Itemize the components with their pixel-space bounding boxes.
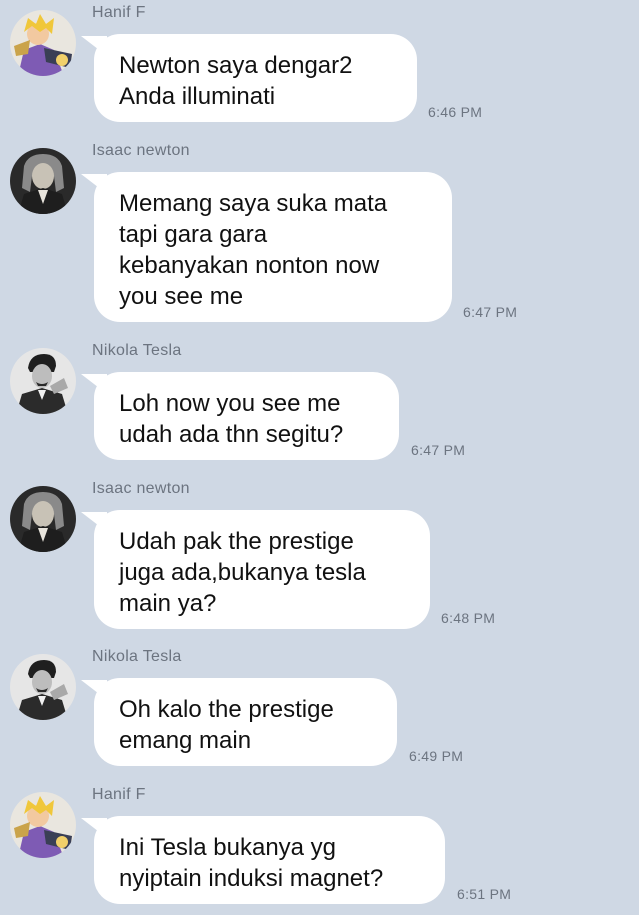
- message-timestamp: 6:47 PM: [463, 304, 518, 320]
- nikola-tesla-portrait-icon[interactable]: [10, 348, 76, 414]
- message-bubble[interactable]: Loh now you see me udah ada thn segitu?: [94, 372, 399, 460]
- isaac-newton-portrait-icon[interactable]: [10, 148, 76, 214]
- message-timestamp: 6:48 PM: [441, 610, 496, 626]
- isaac-newton-portrait-icon[interactable]: [10, 486, 76, 552]
- sender-name: Isaac newton: [92, 142, 190, 159]
- sender-name: Isaac newton: [92, 480, 190, 497]
- message-bubble[interactable]: Ini Tesla bukanya yg nyiptain induksi ma…: [94, 816, 445, 904]
- sender-name: Nikola Tesla: [92, 342, 182, 359]
- sender-name: Nikola Tesla: [92, 648, 182, 665]
- message-timestamp: 6:51 PM: [457, 886, 512, 902]
- nikola-tesla-portrait-icon[interactable]: [10, 654, 76, 720]
- message-bubble[interactable]: Udah pak the prestige juga ada,bukanya t…: [94, 510, 430, 629]
- chat-view[interactable]: Hanif F Newton saya dengar2 Anda illumin…: [0, 0, 639, 915]
- message-bubble[interactable]: Oh kalo the prestige emang main: [94, 678, 397, 766]
- message-timestamp: 6:46 PM: [428, 104, 483, 120]
- message-bubble[interactable]: Memang saya suka mata tapi gara gara keb…: [94, 172, 452, 322]
- anime-character-avatar-icon[interactable]: [10, 10, 76, 76]
- message-timestamp: 6:49 PM: [409, 748, 464, 764]
- message-bubble[interactable]: Newton saya dengar2 Anda illuminati: [94, 34, 417, 122]
- sender-name: Hanif F: [92, 4, 146, 21]
- message-timestamp: 6:47 PM: [411, 442, 466, 458]
- anime-character-avatar-icon[interactable]: [10, 792, 76, 858]
- sender-name: Hanif F: [92, 786, 146, 803]
